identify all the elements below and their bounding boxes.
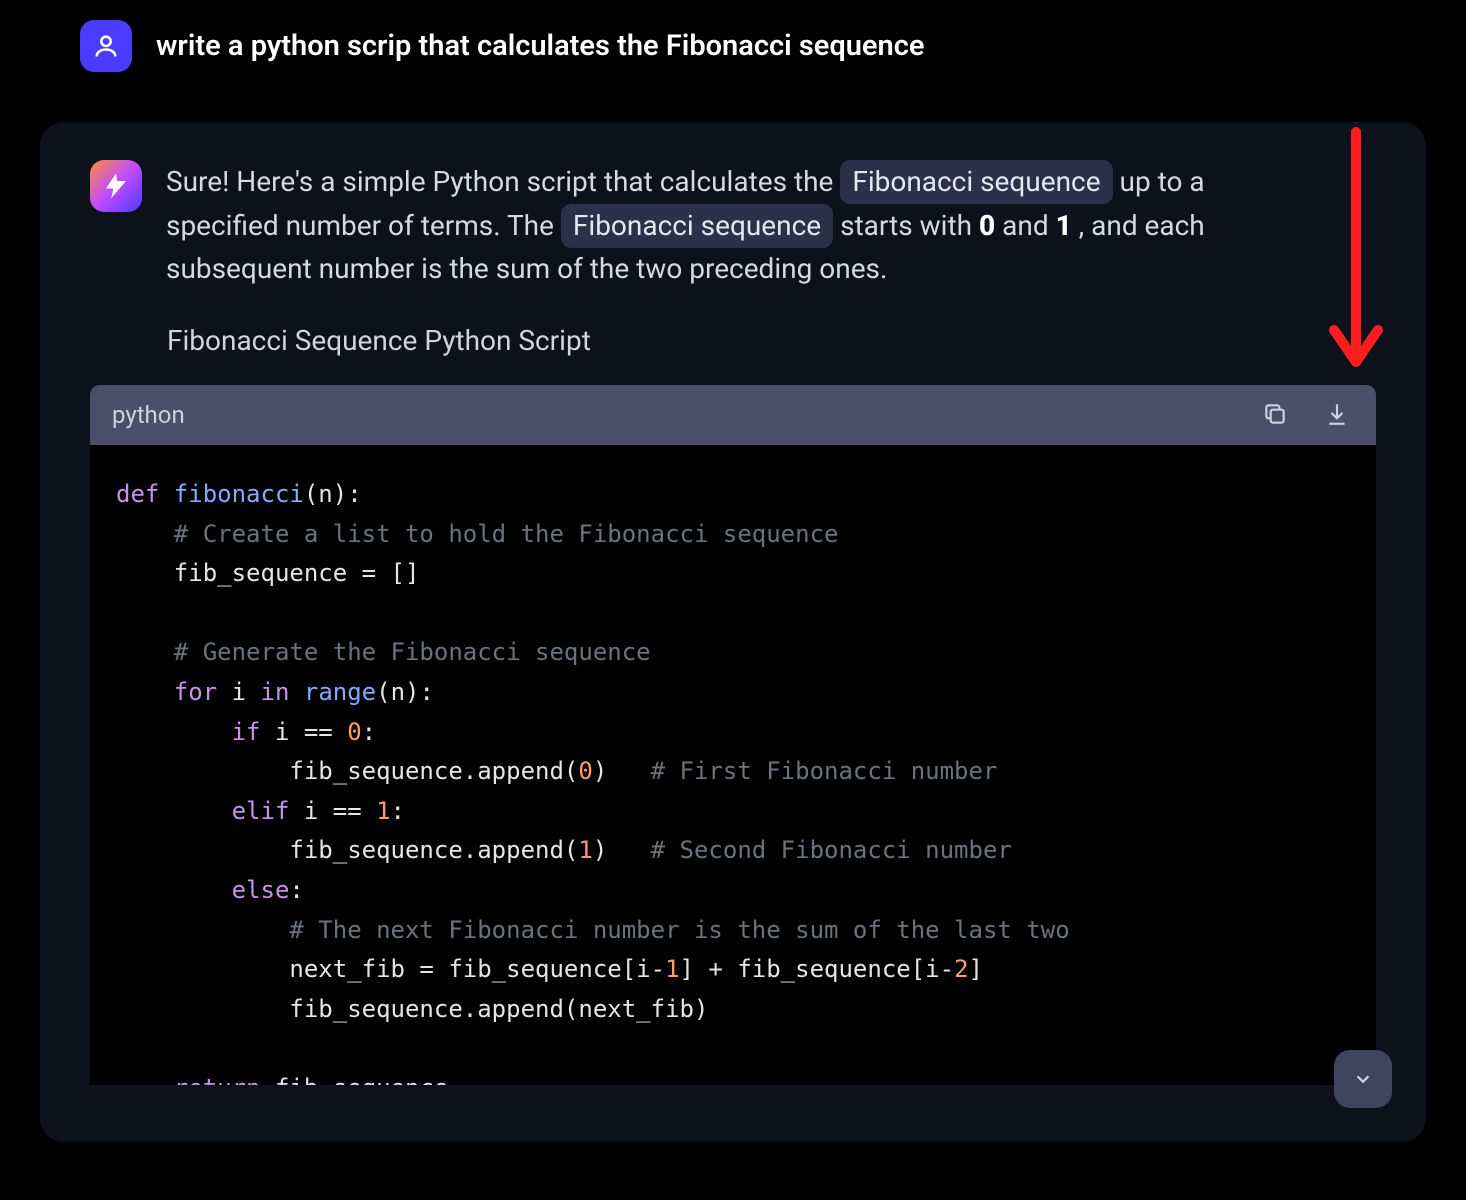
- code-token: # Generate the Fibonacci sequence: [116, 638, 651, 666]
- code-token: 0: [578, 757, 592, 785]
- code-token: next_fib = fib_sequence[i-: [116, 955, 665, 983]
- code-token: in: [261, 678, 290, 706]
- copy-code-button[interactable]: [1258, 397, 1292, 434]
- fibonacci-pill-2[interactable]: Fibonacci sequence: [561, 204, 833, 248]
- bold-zero: 0: [979, 209, 995, 242]
- code-token: for: [116, 678, 217, 706]
- code-token: 1: [665, 955, 679, 983]
- code-token: # Create a list to hold the Fibonacci se…: [116, 520, 838, 548]
- text-fragment: Sure! Here's a simple Python script that…: [166, 165, 840, 198]
- text-fragment: starts with: [840, 209, 979, 242]
- assistant-intro-text: Sure! Here's a simple Python script that…: [166, 160, 1266, 290]
- chevron-down-icon: [1352, 1068, 1374, 1090]
- code-token: ): [593, 757, 651, 785]
- code-token: :: [289, 876, 303, 904]
- code-token: # The next Fibonacci number is the sum o…: [116, 916, 1070, 944]
- code-token: 1: [376, 797, 390, 825]
- code-token: ): [593, 836, 651, 864]
- code-language-label: python: [112, 401, 185, 429]
- script-title: Fibonacci Sequence Python Script: [167, 324, 1376, 357]
- scroll-down-button[interactable]: [1334, 1050, 1392, 1108]
- user-icon: [92, 32, 120, 60]
- code-token: return: [116, 1074, 261, 1085]
- code-token: :: [391, 797, 405, 825]
- user-message-row: write a python scrip that calculates the…: [0, 0, 1466, 92]
- code-token: 2: [954, 955, 968, 983]
- code-token: if: [116, 718, 261, 746]
- assistant-header: Sure! Here's a simple Python script that…: [90, 160, 1376, 290]
- code-token: fibonacci: [159, 480, 304, 508]
- assistant-message-card: Sure! Here's a simple Python script that…: [40, 122, 1426, 1142]
- code-token: ] + fib_sequence[i-: [680, 955, 955, 983]
- code-block: python def fibonacci(n): # C: [90, 385, 1376, 1085]
- user-prompt-text: write a python scrip that calculates the…: [156, 29, 924, 63]
- code-token: 1: [578, 836, 592, 864]
- code-token: i ==: [289, 797, 376, 825]
- code-token: (n):: [304, 480, 362, 508]
- code-actions: [1258, 397, 1354, 434]
- download-code-button[interactable]: [1320, 397, 1354, 434]
- code-token: (n):: [376, 678, 434, 706]
- download-icon: [1324, 401, 1350, 427]
- code-token: def: [116, 480, 159, 508]
- code-token: # Second Fibonacci number: [651, 836, 1012, 864]
- bold-one: 1: [1056, 209, 1072, 242]
- assistant-avatar: [90, 160, 142, 212]
- code-token: ]: [969, 955, 983, 983]
- code-token: 0: [347, 718, 361, 746]
- code-token: i: [217, 678, 260, 706]
- fibonacci-pill-1[interactable]: Fibonacci sequence: [840, 160, 1112, 204]
- code-toolbar: python: [90, 385, 1376, 445]
- code-token: fib_sequence.append(: [116, 757, 578, 785]
- code-body: def fibonacci(n): # Create a list to hol…: [90, 445, 1376, 1085]
- copy-icon: [1262, 401, 1288, 427]
- code-token: fib_sequence.append(next_fib): [116, 995, 708, 1023]
- code-token: range: [289, 678, 376, 706]
- code-token: fib_sequence = []: [116, 559, 419, 587]
- user-avatar: [80, 20, 132, 72]
- code-token: :: [362, 718, 376, 746]
- code-token: else: [116, 876, 289, 904]
- text-fragment: and: [1002, 209, 1055, 242]
- code-token: fib_sequence: [261, 1074, 449, 1085]
- assistant-logo-icon: [101, 171, 131, 201]
- code-token: i ==: [261, 718, 348, 746]
- code-token: elif: [116, 797, 289, 825]
- code-token: # First Fibonacci number: [651, 757, 998, 785]
- code-token: fib_sequence.append(: [116, 836, 578, 864]
